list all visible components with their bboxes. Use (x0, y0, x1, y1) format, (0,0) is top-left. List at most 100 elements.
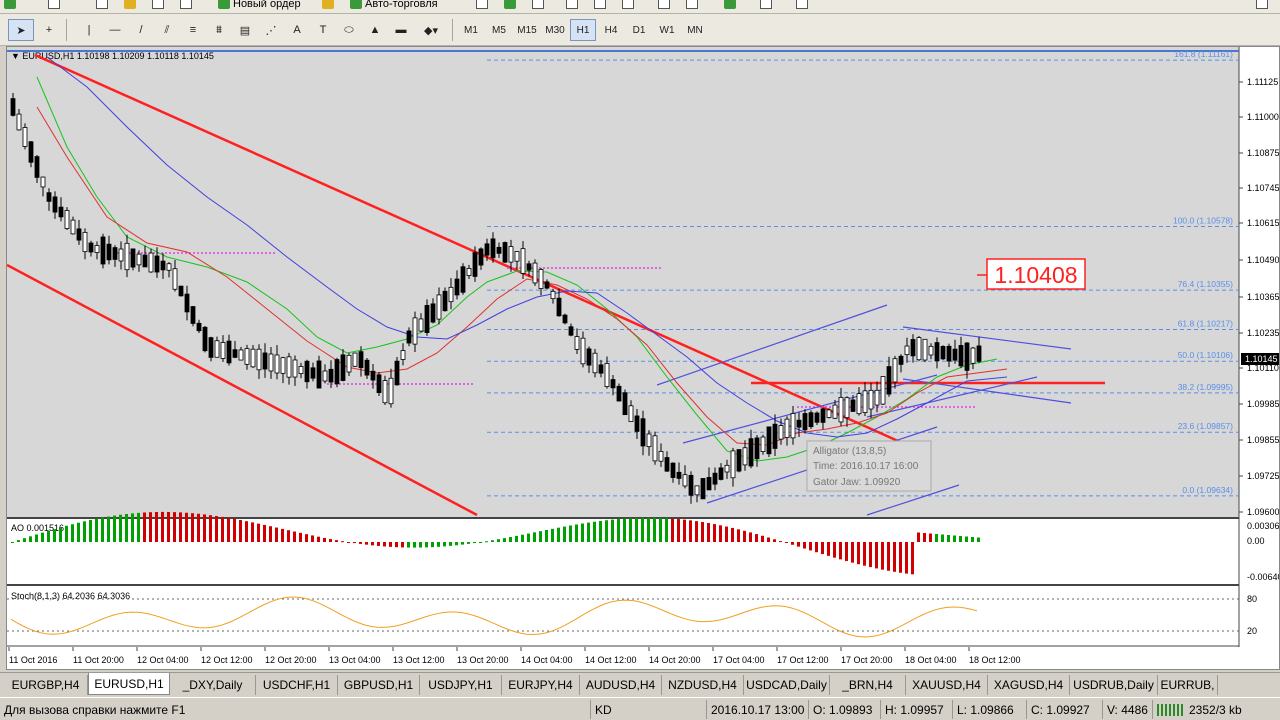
chart-tab[interactable]: USDJPY,H1 (420, 675, 502, 695)
timeframe-m30[interactable]: M30 (542, 19, 568, 41)
gann-icon[interactable]: ⋰ (258, 19, 284, 41)
candle-body (556, 297, 562, 317)
tile-windows-icon[interactable] (622, 0, 634, 12)
chart-tab[interactable]: AUDUSD,H4 (580, 675, 662, 695)
status-traffic: 2352/3 kb (1152, 700, 1280, 719)
chart-canvas[interactable]: ▼ EURUSD,H1 1.10198 1.10209 1.10118 1.10… (7, 47, 1279, 669)
candle-body (766, 426, 772, 455)
candlestick-icon[interactable] (504, 0, 516, 12)
connection-bars-icon (1157, 703, 1185, 716)
ao-bar (239, 520, 242, 542)
crosshair-icon[interactable]: + (36, 19, 62, 41)
terminal-icon[interactable] (180, 0, 192, 12)
profiles-icon[interactable] (48, 0, 60, 12)
candle-body (250, 348, 256, 368)
ao-bar (191, 513, 194, 542)
candle-body (718, 467, 724, 480)
timeframe-h1[interactable]: H1 (570, 19, 596, 41)
candle-body (334, 359, 340, 385)
chart-tab[interactable]: USDRUB,Daily (1070, 675, 1158, 695)
ao-bar (695, 521, 698, 542)
candle-body (358, 351, 364, 369)
search-icon[interactable] (1256, 0, 1268, 12)
fib-fan-icon[interactable]: ⩩ (206, 19, 232, 41)
timeframe-w1[interactable]: W1 (654, 19, 680, 41)
channel-icon[interactable]: ⫽ (154, 19, 180, 41)
navigator-icon[interactable] (152, 0, 164, 12)
chart-tab[interactable]: USDCAD,Daily (744, 675, 830, 695)
timeframe-mn[interactable]: MN (682, 19, 708, 41)
candle-body (310, 367, 316, 379)
candle-body (256, 348, 262, 371)
meta-editor-icon[interactable] (322, 0, 334, 12)
chart-tab[interactable]: EURRUB, (1158, 675, 1218, 695)
fibonacci-icon[interactable]: ≡ (180, 19, 206, 41)
auto-trading-button[interactable]: Авто-торговля (350, 0, 438, 12)
indicators-icon[interactable] (724, 0, 736, 12)
chart-tab[interactable]: XAGUSD,H4 (988, 675, 1070, 695)
chart-tab[interactable]: _BRN,H4 (830, 675, 906, 695)
candle-body (610, 379, 616, 389)
ao-bar (371, 542, 374, 546)
chart-tab[interactable]: XAUUSD,H4 (906, 675, 988, 695)
chart-tab[interactable]: _DXY,Daily (170, 675, 256, 695)
chart-tab[interactable]: USDCHF,H1 (256, 675, 338, 695)
ao-bar (563, 526, 566, 542)
trendline-icon[interactable]: / (128, 19, 154, 41)
ao-bar (539, 531, 542, 542)
ao-bar (701, 522, 704, 542)
ao-bar (665, 518, 668, 542)
triangle-icon[interactable]: ▲ (362, 19, 388, 41)
market-watch-icon[interactable] (96, 0, 108, 12)
ao-bar (431, 542, 434, 548)
text-icon[interactable]: A (284, 19, 310, 41)
new-order-label: Новый ордер (233, 0, 301, 10)
cursor-icon[interactable]: ➤ (8, 19, 34, 41)
chart-tab[interactable]: GBPUSD,H1 (338, 675, 420, 695)
candle-body (544, 281, 550, 289)
timeframe-d1[interactable]: D1 (626, 19, 652, 41)
chart-tab[interactable]: EURUSD,H1 (88, 673, 170, 695)
new-order-button[interactable]: Новый ордер (218, 0, 301, 12)
chart-tab[interactable]: EURJPY,H4 (502, 675, 580, 695)
zoom-out-icon[interactable] (594, 0, 606, 12)
ao-bar (113, 515, 116, 542)
candle-body (436, 294, 442, 320)
chart-tab[interactable]: EURGBP,H4 (4, 675, 88, 695)
text-label-icon[interactable]: T (310, 19, 336, 41)
line-chart-icon[interactable] (532, 0, 544, 12)
ao-bar (179, 512, 182, 542)
arrows-dropdown-icon[interactable]: ◆▾ (414, 19, 448, 41)
time-axis-label: 14 Oct 20:00 (649, 655, 701, 665)
ao-bar (53, 529, 56, 542)
candle-body (154, 255, 160, 273)
fib-channel-icon[interactable]: ▤ (232, 19, 258, 41)
ao-bar (11, 542, 14, 543)
chart-shift-icon[interactable] (658, 0, 670, 12)
horizontal-line-icon[interactable]: — (102, 19, 128, 41)
rectangle-icon[interactable]: ▬ (388, 19, 414, 41)
favorites-icon[interactable] (124, 0, 136, 12)
new-chart-icon[interactable] (4, 0, 16, 12)
vertical-line-icon[interactable]: | (76, 19, 102, 41)
candle-body (118, 248, 124, 262)
timeframe-m5[interactable]: M5 (486, 19, 512, 41)
timeframe-m15[interactable]: M15 (514, 19, 540, 41)
candle-body (700, 478, 706, 500)
periods-icon[interactable] (760, 0, 772, 12)
candle-body (502, 242, 508, 263)
chart-tab[interactable]: NZDUSD,H4 (662, 675, 744, 695)
candle-body (952, 348, 958, 361)
timeframe-m1[interactable]: M1 (458, 19, 484, 41)
chart-window[interactable]: ▼ EURUSD,H1 1.10198 1.10209 1.10118 1.10… (6, 46, 1280, 670)
ellipse-icon[interactable]: ⬭ (336, 19, 362, 41)
timeframe-h4[interactable]: H4 (598, 19, 624, 41)
candle-body (508, 246, 514, 263)
templates-icon[interactable] (796, 0, 808, 12)
autoscroll-icon[interactable] (686, 0, 698, 12)
stoch-axis-label: 80 (1247, 594, 1257, 604)
time-axis-label: 11 Oct 20:00 (73, 655, 124, 665)
zoom-in-icon[interactable] (566, 0, 578, 12)
ao-bar (527, 533, 530, 542)
bar-chart-icon[interactable] (476, 0, 488, 12)
